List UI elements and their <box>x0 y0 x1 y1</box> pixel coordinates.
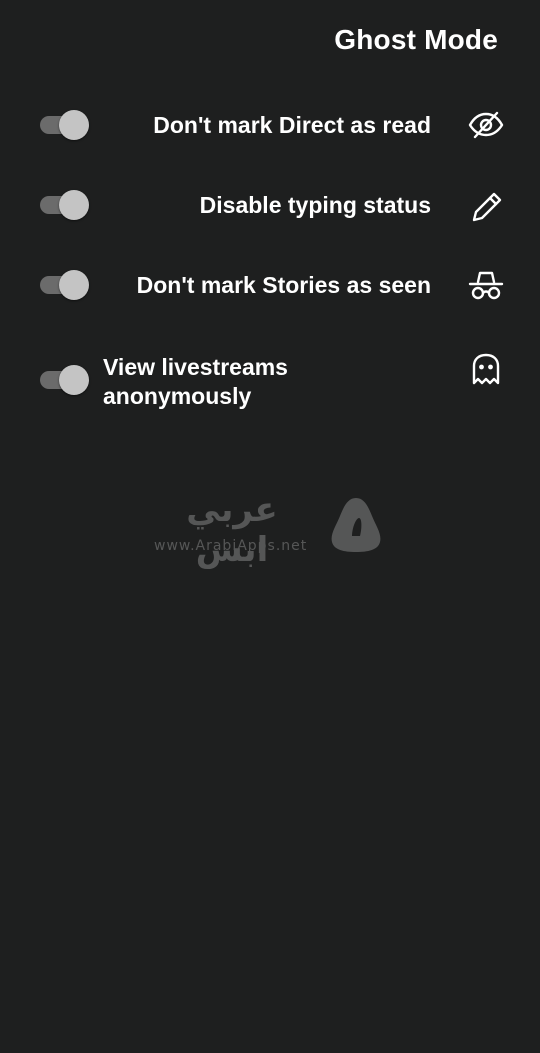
toggle-typing-status[interactable] <box>40 190 90 220</box>
watermark: عربي ابس www.ArabiApps.net <box>150 490 390 570</box>
toggle-thumb <box>59 190 89 220</box>
watermark-logo-icon <box>326 494 386 554</box>
setting-label-direct-read: Don't mark Direct as read <box>153 112 431 138</box>
setting-row-direct-read: Don't mark Direct as read <box>0 108 540 144</box>
page-title: Ghost Mode <box>334 24 498 55</box>
watermark-arabic-text: عربي ابس <box>186 490 278 570</box>
incognito-icon <box>467 267 505 305</box>
toggle-thumb <box>59 365 89 395</box>
ghost-icon <box>467 350 505 388</box>
watermark-url: www.ArabiApps.net <box>154 538 308 554</box>
toggle-direct-read[interactable] <box>40 110 90 140</box>
setting-row-typing-status: Disable typing status <box>0 188 540 224</box>
setting-row-stories-seen: Don't mark Stories as seen <box>0 268 540 304</box>
setting-row-livestreams: View livestreams anonymously <box>0 350 540 412</box>
toggle-thumb <box>59 110 89 140</box>
toggle-livestreams[interactable] <box>40 365 90 395</box>
pencil-icon <box>467 187 505 225</box>
toggle-stories-seen[interactable] <box>40 270 90 300</box>
toggle-thumb <box>59 270 89 300</box>
setting-label-typing-status: Disable typing status <box>199 192 431 218</box>
setting-label-stories-seen: Don't mark Stories as seen <box>136 272 431 298</box>
setting-label-livestreams: View livestreams anonymously <box>103 354 288 409</box>
eye-off-icon <box>467 106 505 144</box>
